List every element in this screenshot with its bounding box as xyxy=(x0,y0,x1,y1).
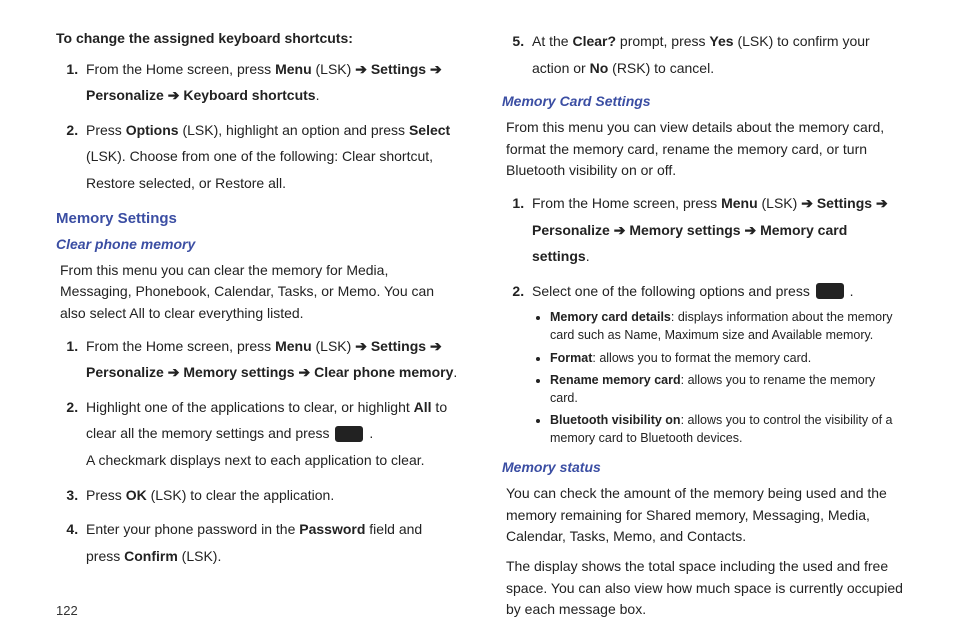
memory-card-steps: From the Home screen, press Menu (LSK) ➔… xyxy=(502,190,904,447)
shortcut-steps: From the Home screen, press Menu (LSK) ➔… xyxy=(56,56,458,197)
ok-key-icon xyxy=(816,283,844,299)
mc-step-1: From the Home screen, press Menu (LSK) ➔… xyxy=(528,190,904,270)
opt-rename: Rename memory card: allows you to rename… xyxy=(550,371,904,407)
cm-step-2: Highlight one of the applications to cle… xyxy=(82,394,458,474)
cm-step-4: Enter your phone password in the Passwor… xyxy=(82,516,458,569)
left-column: To change the assigned keyboard shortcut… xyxy=(56,28,458,616)
page-number: 122 xyxy=(56,603,78,618)
memory-card-desc: From this menu you can view details abou… xyxy=(506,117,904,182)
cm-step-1: From the Home screen, press Menu (LSK) ➔… xyxy=(82,333,458,386)
memory-status-desc-2: The display shows the total space includ… xyxy=(506,556,904,621)
memory-card-options: Memory card details: displays informatio… xyxy=(550,308,904,447)
opt-format: Format: allows you to format the memory … xyxy=(550,349,904,367)
step-5: At the Clear? prompt, press Yes (LSK) to… xyxy=(528,28,904,81)
clear-memory-steps: From the Home screen, press Menu (LSK) ➔… xyxy=(56,333,458,570)
cm-step-3: Press OK (LSK) to clear the application. xyxy=(82,482,458,509)
right-column: At the Clear? prompt, press Yes (LSK) to… xyxy=(502,28,904,616)
clear-phone-memory-desc: From this menu you can clear the memory … xyxy=(60,260,458,325)
subsection-memory-card-settings: Memory Card Settings xyxy=(502,91,904,113)
mc-step-2: Select one of the following options and … xyxy=(528,278,904,447)
memory-status-desc-1: You can check the amount of the memory b… xyxy=(506,483,904,548)
subsection-clear-phone-memory: Clear phone memory xyxy=(56,234,458,256)
opt-details: Memory card details: displays informatio… xyxy=(550,308,904,344)
opt-bluetooth: Bluetooth visibility on: allows you to c… xyxy=(550,411,904,447)
ok-key-icon xyxy=(335,426,363,442)
section-memory-settings: Memory Settings xyxy=(56,207,458,230)
subsection-memory-status: Memory status xyxy=(502,457,904,479)
intro-heading: To change the assigned keyboard shortcut… xyxy=(56,28,458,50)
continued-steps: At the Clear? prompt, press Yes (LSK) to… xyxy=(502,28,904,81)
page: To change the assigned keyboard shortcut… xyxy=(0,0,954,636)
step-2: Press Options (LSK), highlight an option… xyxy=(82,117,458,197)
step-1: From the Home screen, press Menu (LSK) ➔… xyxy=(82,56,458,109)
